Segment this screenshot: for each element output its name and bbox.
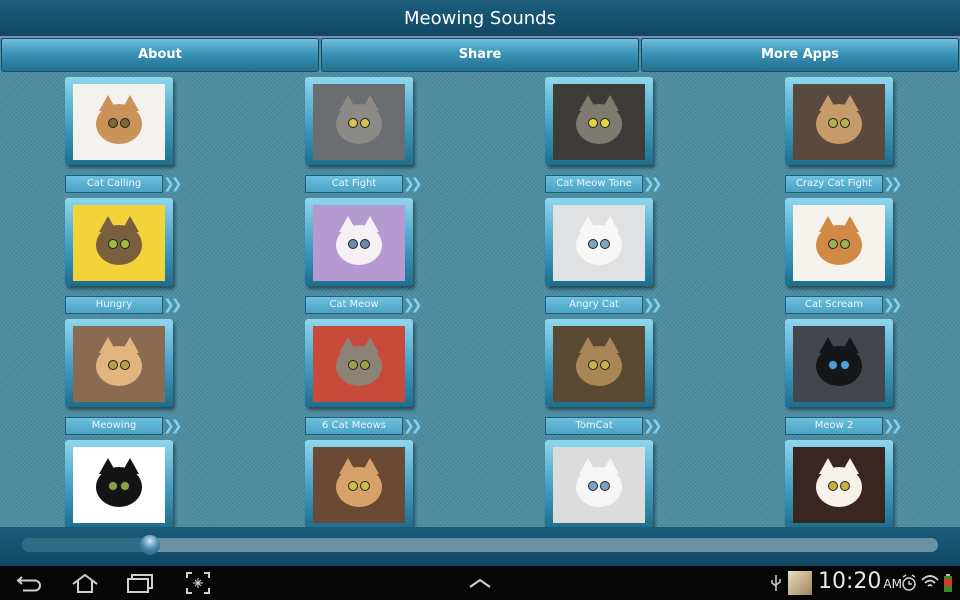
sound-item[interactable]: TomCat ❯❯	[540, 314, 680, 435]
sound-item[interactable]: Angry Cat ❯❯	[540, 193, 680, 314]
sound-thumbnail-button[interactable]	[785, 198, 893, 286]
seek-progress	[22, 538, 151, 552]
cat-photo	[313, 84, 405, 160]
sound-label-button[interactable]: Hungry	[65, 296, 163, 314]
sound-thumbnail-button[interactable]	[785, 77, 893, 165]
chevron-right-icon[interactable]: ❯❯	[163, 417, 182, 435]
cat-photo	[313, 326, 405, 402]
more-apps-button[interactable]: More Apps	[641, 38, 959, 72]
system-navigation-bar: 10:20 AM	[0, 566, 960, 600]
clock: 10:20 AM	[818, 569, 902, 594]
sound-item[interactable]	[300, 435, 440, 527]
battery-icon	[944, 574, 952, 592]
wifi-icon	[921, 575, 939, 587]
sound-label-button[interactable]: TomCat	[545, 417, 643, 435]
seek-bar[interactable]	[22, 535, 938, 555]
chevron-right-icon[interactable]: ❯❯	[883, 417, 902, 435]
sound-label-button[interactable]: Cat Meow Tone	[545, 175, 643, 193]
back-icon[interactable]	[16, 571, 44, 595]
about-button[interactable]: About	[1, 38, 319, 72]
sound-label-button[interactable]: 6 Cat Meows	[305, 417, 403, 435]
sound-thumbnail-button[interactable]	[305, 77, 413, 165]
chevron-right-icon[interactable]: ❯❯	[643, 296, 662, 314]
sound-thumbnail-button[interactable]	[545, 440, 653, 527]
sound-thumbnail-button[interactable]	[785, 319, 893, 407]
sound-thumbnail-button[interactable]	[785, 440, 893, 527]
cat-photo	[793, 84, 885, 160]
sound-thumbnail-button[interactable]	[305, 198, 413, 286]
cat-photo	[73, 447, 165, 523]
chevron-right-icon[interactable]: ❯❯	[643, 417, 662, 435]
sound-thumbnail-button[interactable]	[545, 77, 653, 165]
chevron-right-icon[interactable]: ❯❯	[883, 296, 902, 314]
sound-item[interactable]	[780, 435, 920, 527]
cat-photo	[313, 447, 405, 523]
sound-item[interactable]: Cat Fight ❯❯	[300, 72, 440, 193]
sound-item[interactable]: 6 Cat Meows ❯❯	[300, 314, 440, 435]
sound-item[interactable]: Cat Meow Tone ❯❯	[540, 72, 680, 193]
sound-item[interactable]: Meow 2 ❯❯	[780, 314, 920, 435]
sound-item[interactable]: Cat Meow ❯❯	[300, 193, 440, 314]
sound-grid[interactable]: Cat Calling ❯❯ Cat Fight ❯❯ Cat Meow Tone ❯❯ C…	[0, 72, 960, 527]
cat-photo	[553, 447, 645, 523]
seek-thumb[interactable]	[140, 535, 161, 555]
cat-photo	[313, 205, 405, 281]
share-button[interactable]: Share	[321, 38, 639, 72]
chevron-up-icon[interactable]	[466, 571, 494, 595]
notification-thumbnail[interactable]	[788, 571, 812, 595]
recent-apps-icon[interactable]	[126, 571, 154, 595]
chevron-right-icon[interactable]: ❯❯	[163, 175, 182, 193]
sound-label-button[interactable]: Cat Fight	[305, 175, 403, 193]
cat-photo	[553, 84, 645, 160]
app-screen: Meowing Sounds About Share More Apps Cat…	[0, 0, 960, 566]
cat-photo	[553, 326, 645, 402]
chevron-right-icon[interactable]: ❯❯	[403, 175, 422, 193]
sound-thumbnail-button[interactable]	[65, 440, 173, 527]
sound-item[interactable]	[540, 435, 680, 527]
sound-thumbnail-button[interactable]	[65, 77, 173, 165]
sound-label-button[interactable]: Meow 2	[785, 417, 883, 435]
chevron-right-icon[interactable]: ❯❯	[883, 175, 902, 193]
sound-item[interactable]: Meowing ❯❯	[60, 314, 200, 435]
chevron-right-icon[interactable]: ❯❯	[163, 296, 182, 314]
sound-label-button[interactable]: Cat Scream	[785, 296, 883, 314]
cat-photo	[793, 205, 885, 281]
nav-bar: About Share More Apps	[0, 38, 960, 72]
cat-photo	[73, 84, 165, 160]
home-icon[interactable]	[70, 571, 100, 595]
screenshot-icon[interactable]	[185, 571, 211, 595]
sound-item[interactable]: Cat Scream ❯❯	[780, 193, 920, 314]
sound-item[interactable]: Hungry ❯❯	[60, 193, 200, 314]
sound-label-button[interactable]: Cat Meow	[305, 296, 403, 314]
sound-label-button[interactable]: Meowing	[65, 417, 163, 435]
cat-photo	[793, 326, 885, 402]
sound-item[interactable]: Crazy Cat Fight ❯❯	[780, 72, 920, 193]
sound-thumbnail-button[interactable]	[305, 319, 413, 407]
sound-thumbnail-button[interactable]	[545, 319, 653, 407]
sound-item[interactable]	[60, 435, 200, 527]
sound-thumbnail-button[interactable]	[65, 319, 173, 407]
sound-label-button[interactable]: Angry Cat	[545, 296, 643, 314]
player-bar	[0, 527, 960, 566]
sound-label-button[interactable]: Cat Calling	[65, 175, 163, 193]
cat-photo	[73, 205, 165, 281]
chevron-right-icon[interactable]: ❯❯	[403, 296, 422, 314]
cat-photo	[73, 326, 165, 402]
usb-icon	[771, 575, 781, 591]
sound-item[interactable]: Cat Calling ❯❯	[60, 72, 200, 193]
sound-thumbnail-button[interactable]	[65, 198, 173, 286]
sound-label-button[interactable]: Crazy Cat Fight	[785, 175, 883, 193]
chevron-right-icon[interactable]: ❯❯	[403, 417, 422, 435]
sound-thumbnail-button[interactable]	[305, 440, 413, 527]
chevron-right-icon[interactable]: ❯❯	[643, 175, 662, 193]
cat-photo	[793, 447, 885, 523]
cat-photo	[553, 205, 645, 281]
sound-thumbnail-button[interactable]	[545, 198, 653, 286]
alarm-icon	[902, 574, 916, 591]
page-title: Meowing Sounds	[0, 0, 960, 38]
